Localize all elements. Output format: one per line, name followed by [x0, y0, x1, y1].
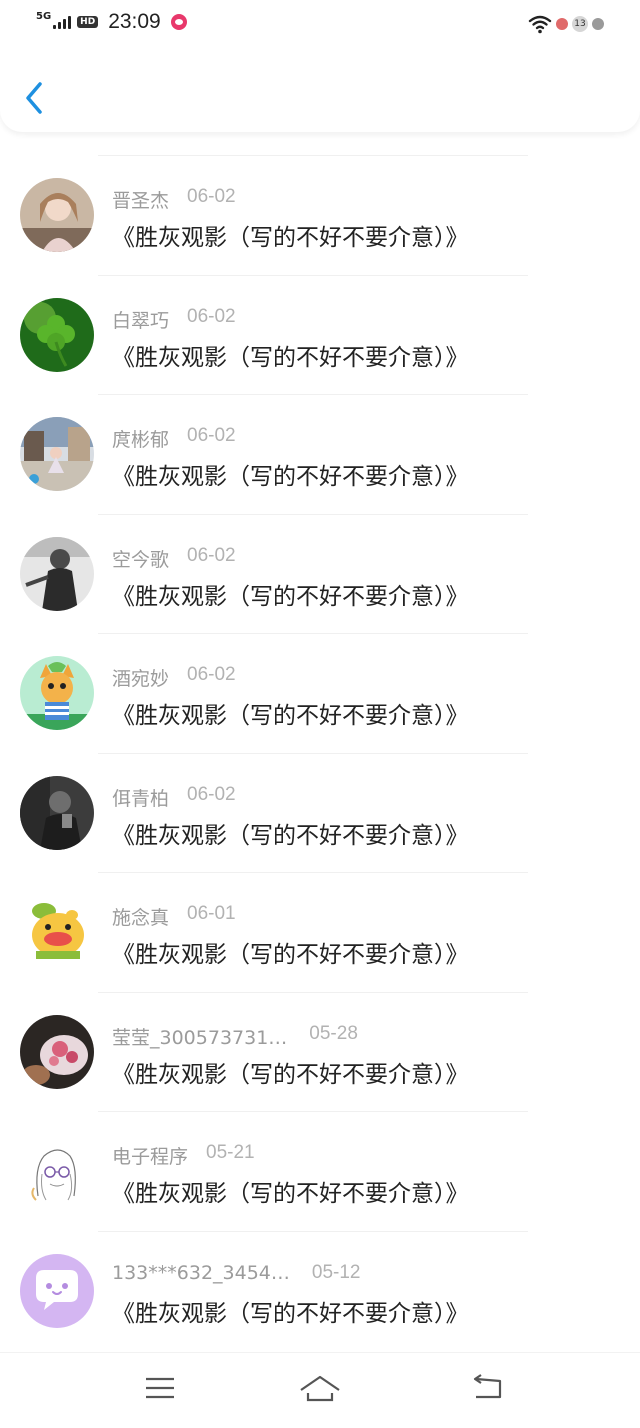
- avatar[interactable]: [20, 417, 94, 491]
- item-title[interactable]: 《胜灰观影（写的不好不要介意）》: [112, 1055, 469, 1089]
- post-date: 06-02: [187, 544, 236, 566]
- user-name[interactable]: 莹莹_300573731…: [112, 1023, 287, 1050]
- wifi-icon: [528, 15, 552, 34]
- list-item[interactable]: 酒宛妙 06-02 《胜灰观影（写的不好不要介意）》: [0, 633, 640, 753]
- row-divider: [98, 155, 528, 156]
- post-date: 05-28: [309, 1022, 358, 1044]
- item-title[interactable]: 《胜灰观影（写的不好不要介意）》: [112, 577, 469, 611]
- user-name[interactable]: 施念真: [112, 903, 169, 930]
- post-date: 06-02: [187, 783, 236, 805]
- signal-icon: [53, 15, 72, 29]
- notification-count-badge: 13: [572, 16, 588, 32]
- network-type: 5G: [36, 10, 52, 22]
- item-title[interactable]: 《胜灰观影（写的不好不要介意）》: [112, 338, 469, 372]
- menu-button[interactable]: [140, 1371, 180, 1405]
- avatar[interactable]: [20, 536, 94, 611]
- home-button[interactable]: [300, 1371, 340, 1405]
- app-notification-icon: [170, 14, 187, 30]
- row-divider: [98, 1230, 528, 1232]
- food-photo-avatar: [20, 1014, 94, 1089]
- post-date: 05-21: [206, 1142, 255, 1163]
- avatar[interactable]: [20, 178, 94, 252]
- post-date: 05-12: [311, 1261, 361, 1283]
- avatar[interactable]: [20, 656, 94, 730]
- list-item[interactable]: 莹莹_300573731… 05-28 《胜灰观影（写的不好不要介意）》: [0, 991, 640, 1112]
- record-list: 晋圣杰 06-02 《胜灰观影（写的不好不要介意）》 白翠巧 06-02 《胜灰观影（写的…: [0, 155, 640, 1350]
- clock: 23:09: [108, 10, 161, 33]
- list-item[interactable]: 电子程序 05-21 《胜灰观影（写的不好不要介意）》: [0, 1111, 640, 1231]
- photo-girl-avatar: [20, 178, 94, 252]
- list-item[interactable]: 空今歌 06-02 《胜灰观影（写的不好不要介意）》: [0, 513, 640, 634]
- avatar[interactable]: [20, 297, 94, 372]
- item-title[interactable]: 《胜灰观影（写的不好不要介意）》: [112, 1174, 469, 1208]
- row-divider: [98, 633, 528, 634]
- list-item[interactable]: 晋圣杰 06-02 《胜灰观影（写的不好不要介意）》: [0, 155, 640, 275]
- back-icon: [473, 1374, 502, 1399]
- user-name[interactable]: 133***632_3454…: [112, 1262, 290, 1284]
- avatar[interactable]: [20, 1253, 94, 1328]
- avatar[interactable]: [20, 1134, 94, 1208]
- cartoon-cat-avatar: [20, 656, 94, 730]
- post-date: 06-02: [187, 664, 236, 685]
- row-divider: [98, 1111, 528, 1112]
- item-title[interactable]: 《胜灰观影（写的不好不要介意）》: [112, 816, 469, 850]
- menu-icon: [146, 1377, 174, 1399]
- list-item[interactable]: 白翠巧 06-02 《胜灰观影（写的不好不要介意）》: [0, 274, 640, 395]
- user-name[interactable]: 空今歌: [112, 545, 169, 572]
- back-nav-button[interactable]: [468, 1371, 508, 1405]
- post-date: 06-01: [187, 903, 236, 924]
- item-title[interactable]: 《胜灰观影（写的不好不要介意）》: [112, 218, 469, 252]
- item-title[interactable]: 《胜灰观影（写的不好不要介意）》: [112, 1294, 469, 1328]
- system-nav-bar: [0, 1352, 640, 1428]
- avatar[interactable]: [20, 775, 94, 850]
- user-name[interactable]: 白翠巧: [112, 306, 169, 333]
- red-status-dot: [556, 18, 568, 30]
- item-title[interactable]: 《胜灰观影（写的不好不要介意）》: [112, 696, 469, 730]
- street-photo-avatar: [20, 417, 94, 491]
- chevron-left-icon: [26, 82, 42, 114]
- clover-avatar: [20, 297, 94, 372]
- item-title[interactable]: 《胜灰观影（写的不好不要介意）》: [112, 457, 469, 491]
- item-title[interactable]: 《胜灰观影（写的不好不要介意）》: [112, 935, 469, 969]
- row-divider: [98, 752, 528, 754]
- post-date: 06-02: [187, 305, 236, 327]
- user-name[interactable]: 庹彬郁: [112, 425, 169, 452]
- row-divider: [98, 394, 528, 395]
- status-bar: 5G HD 23:09 13: [0, 0, 640, 50]
- post-date: 06-02: [187, 425, 236, 446]
- user-name[interactable]: 酒宛妙: [112, 664, 169, 691]
- row-divider: [98, 872, 528, 873]
- grey-status-dot: [592, 18, 604, 30]
- dark-photo-avatar: [20, 775, 94, 850]
- avatar[interactable]: [20, 1014, 94, 1089]
- bw-person-avatar: [20, 536, 94, 611]
- user-name[interactable]: 晋圣杰: [112, 186, 169, 213]
- row-divider: [98, 274, 528, 276]
- back-button[interactable]: [20, 78, 50, 118]
- list-item[interactable]: 施念真 06-01 《胜灰观影（写的不好不要介意）》: [0, 872, 640, 992]
- home-icon: [300, 1375, 340, 1402]
- list-item[interactable]: 庹彬郁 06-02 《胜灰观影（写的不好不要介意）》: [0, 394, 640, 514]
- user-name[interactable]: 佴青柏: [112, 784, 169, 811]
- row-divider: [98, 513, 528, 515]
- yellow-cartoon-avatar: [20, 895, 94, 969]
- list-item[interactable]: 佴青柏 06-02 《胜灰观影（写的不好不要介意）》: [0, 752, 640, 873]
- post-date: 06-02: [187, 186, 236, 207]
- sketch-girl-avatar: [20, 1134, 94, 1208]
- row-divider: [98, 991, 528, 993]
- user-name[interactable]: 电子程序: [112, 1142, 188, 1169]
- default-chat-avatar: [20, 1253, 94, 1328]
- avatar[interactable]: [20, 895, 94, 969]
- list-item[interactable]: 133***632_3454… 05-12 《胜灰观影（写的不好不要介意）》: [0, 1230, 640, 1351]
- hd-badge: HD: [77, 16, 99, 28]
